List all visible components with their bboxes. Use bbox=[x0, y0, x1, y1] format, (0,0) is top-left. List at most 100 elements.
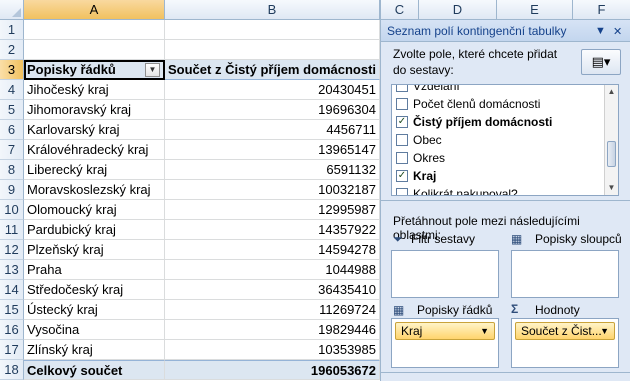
field-checkbox[interactable] bbox=[396, 85, 408, 92]
cell-b[interactable]: Součet z Čistý příjem domácnosti bbox=[165, 60, 380, 80]
cell-b[interactable]: 6591132 bbox=[165, 160, 380, 180]
field-checkbox[interactable]: ✓ bbox=[396, 116, 408, 128]
row-header[interactable]: 8 bbox=[0, 160, 24, 180]
row-header[interactable]: 1 bbox=[0, 20, 24, 40]
cell-b[interactable]: 13965147 bbox=[165, 140, 380, 160]
field-label: Okres bbox=[413, 151, 446, 165]
cell-a[interactable]: Praha bbox=[24, 260, 165, 280]
cell-a[interactable]: Středočeský kraj bbox=[24, 280, 165, 300]
table-row: 12 Plzeňský kraj 14594278 bbox=[0, 240, 380, 260]
table-row: 5 Jihomoravský kraj 19696304 bbox=[0, 100, 380, 120]
row-field-chip[interactable]: Kraj ▼ bbox=[395, 322, 495, 340]
scrollbar-thumb[interactable] bbox=[607, 141, 616, 167]
cell-b[interactable] bbox=[165, 20, 380, 40]
cell-b[interactable]: 11269724 bbox=[165, 300, 380, 320]
field-list-scrollbar[interactable]: ▲ ▼ bbox=[604, 85, 618, 195]
cell-b[interactable]: 12995987 bbox=[165, 200, 380, 220]
cell-a[interactable]: Celkový součet bbox=[24, 360, 165, 380]
chevron-down-icon[interactable]: ▼ bbox=[600, 323, 609, 339]
field-checkbox[interactable] bbox=[396, 152, 408, 164]
field-checkbox[interactable] bbox=[396, 188, 408, 195]
column-header-d[interactable]: D bbox=[419, 0, 497, 20]
layout-options-button[interactable]: ▤▾ bbox=[581, 49, 621, 75]
cell-a[interactable] bbox=[24, 40, 165, 60]
row-header[interactable]: 12 bbox=[0, 240, 24, 260]
cell-a[interactable]: Královéhradecký kraj bbox=[24, 140, 165, 160]
worksheet[interactable]: A B 1 2 3 Popisky řádků ▼ Součet z Čistý příj… bbox=[0, 0, 380, 381]
cell-b[interactable]: 14594278 bbox=[165, 240, 380, 260]
cell-a[interactable]: Ústecký kraj bbox=[24, 300, 165, 320]
column-header-a[interactable]: A bbox=[24, 0, 165, 20]
column-header-b[interactable]: B bbox=[165, 0, 380, 20]
row-header[interactable]: 10 bbox=[0, 200, 24, 220]
cell-b[interactable]: 4456711 bbox=[165, 120, 380, 140]
column-header-f[interactable]: F bbox=[573, 0, 630, 20]
cell-a[interactable] bbox=[24, 20, 165, 40]
row-header[interactable]: 16 bbox=[0, 320, 24, 340]
row-header[interactable]: 9 bbox=[0, 180, 24, 200]
row-header[interactable]: 3 bbox=[0, 60, 24, 80]
row-header[interactable]: 13 bbox=[0, 260, 24, 280]
filter-drop-zone[interactable] bbox=[391, 250, 499, 298]
pane-options-dropdown-icon[interactable]: ▼ bbox=[595, 25, 606, 37]
cell-b[interactable]: 1044988 bbox=[165, 260, 380, 280]
cell-a[interactable]: Liberecký kraj bbox=[24, 160, 165, 180]
table-row: 17 Zlínský kraj 10353985 bbox=[0, 340, 380, 360]
row-labels-drop-zone[interactable]: Kraj ▼ bbox=[391, 318, 499, 368]
row-header[interactable]: 7 bbox=[0, 140, 24, 160]
cell-b[interactable]: 19696304 bbox=[165, 100, 380, 120]
scroll-down-icon[interactable]: ▼ bbox=[607, 183, 616, 192]
cell-a[interactable]: Moravskoslezský kraj bbox=[24, 180, 165, 200]
cell-a-text: Praha bbox=[27, 262, 62, 277]
cell-b[interactable]: 36435410 bbox=[165, 280, 380, 300]
row-header[interactable]: 2 bbox=[0, 40, 24, 60]
cell-a[interactable]: Jihomoravský kraj bbox=[24, 100, 165, 120]
chevron-down-icon[interactable]: ▼ bbox=[480, 323, 489, 339]
row-header[interactable]: 6 bbox=[0, 120, 24, 140]
field-label: Počet členů domácnosti bbox=[413, 97, 541, 111]
row-header[interactable]: 11 bbox=[0, 220, 24, 240]
cell-a-text: Popisky řádků bbox=[27, 62, 116, 77]
cell-a[interactable]: Plzeňský kraj bbox=[24, 240, 165, 260]
column-labels-drop-zone[interactable] bbox=[511, 250, 619, 298]
cell-b[interactable]: 196053672 bbox=[165, 360, 380, 380]
column-header-e[interactable]: E bbox=[497, 0, 573, 20]
cell-a[interactable]: Zlínský kraj bbox=[24, 340, 165, 360]
values-field-chip[interactable]: Součet z Čist... ▼ bbox=[515, 322, 615, 340]
cell-a[interactable]: Olomoucký kraj bbox=[24, 200, 165, 220]
row-header[interactable]: 4 bbox=[0, 80, 24, 100]
select-all-corner[interactable] bbox=[0, 0, 24, 20]
close-icon[interactable]: ✕ bbox=[613, 25, 622, 38]
cell-a[interactable]: Pardubický kraj bbox=[24, 220, 165, 240]
row-header[interactable]: 5 bbox=[0, 100, 24, 120]
field-checkbox[interactable] bbox=[396, 98, 408, 110]
cell-b[interactable]: 19829446 bbox=[165, 320, 380, 340]
pivot-field-list-pane: C D E F Seznam polí kontingenční tabulky… bbox=[380, 0, 630, 381]
row-header[interactable]: 17 bbox=[0, 340, 24, 360]
field-checkbox[interactable]: ✓ bbox=[396, 170, 408, 182]
row-header[interactable]: 18 bbox=[0, 360, 24, 380]
row-header[interactable]: 15 bbox=[0, 300, 24, 320]
cell-a[interactable]: Popisky řádků ▼ bbox=[24, 60, 165, 80]
row-header[interactable]: 14 bbox=[0, 280, 24, 300]
cell-a-text: Královéhradecký kraj bbox=[27, 142, 149, 157]
pane-divider[interactable] bbox=[381, 200, 630, 206]
field-list[interactable]: Vzdělání Počet členů domácnosti ✓ Čistý pří… bbox=[391, 84, 619, 196]
cell-a-text: Jihomoravský kraj bbox=[27, 102, 132, 117]
cell-b[interactable]: 14357922 bbox=[165, 220, 380, 240]
cell-a[interactable]: Vysočina bbox=[24, 320, 165, 340]
cell-a[interactable]: Karlovarský kraj bbox=[24, 120, 165, 140]
row-labels-filter-dropdown[interactable]: ▼ bbox=[145, 63, 160, 77]
cell-b[interactable] bbox=[165, 40, 380, 60]
values-drop-zone[interactable]: Součet z Čist... ▼ bbox=[511, 318, 619, 368]
cell-b[interactable]: 10032187 bbox=[165, 180, 380, 200]
row-labels-zone-label: Popisky řádků bbox=[417, 303, 493, 317]
cell-b[interactable]: 10353985 bbox=[165, 340, 380, 360]
column-header-c[interactable]: C bbox=[381, 0, 419, 20]
values-zone-label: Hodnoty bbox=[535, 303, 580, 317]
scroll-up-icon[interactable]: ▲ bbox=[607, 87, 616, 96]
pivot-header-row: 3 Popisky řádků ▼ Součet z Čistý příjem dom… bbox=[0, 60, 380, 80]
cell-a[interactable]: Jihočeský kraj bbox=[24, 80, 165, 100]
cell-b[interactable]: 20430451 bbox=[165, 80, 380, 100]
field-checkbox[interactable] bbox=[396, 134, 408, 146]
